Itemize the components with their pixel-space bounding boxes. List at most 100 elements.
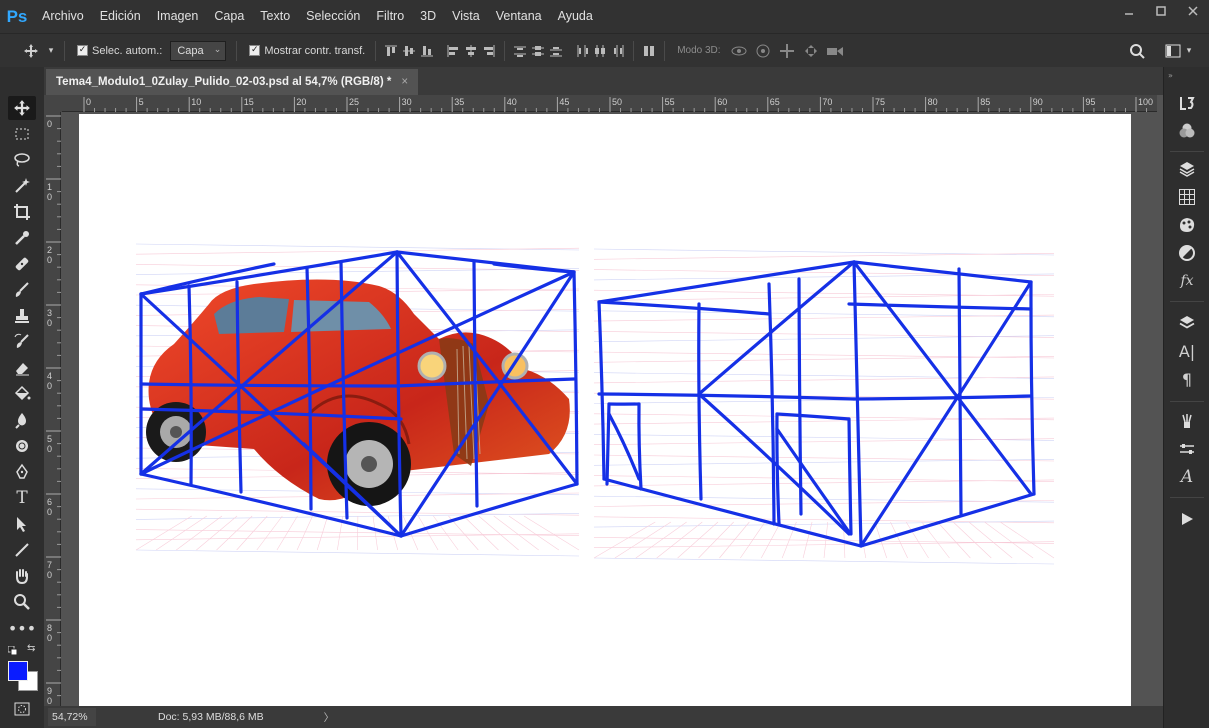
swap-colors-icon[interactable]: ⇆ xyxy=(27,644,37,654)
crop-icon[interactable] xyxy=(8,200,36,224)
distribute-top-icon[interactable] xyxy=(511,41,529,61)
horizontal-ruler[interactable]: 0 5 10 15 20 25 30 35 40 45 50 55 60 65 70 75 80 85 90 95 10… xyxy=(62,95,1157,112)
menu-imagen[interactable]: Imagen xyxy=(149,0,207,33)
glyphs-icon[interactable]: A xyxy=(1175,465,1199,489)
pen-icon[interactable] xyxy=(8,460,36,484)
libraries-icon[interactable] xyxy=(1175,157,1199,181)
lasso-icon[interactable] xyxy=(8,148,36,172)
styles-icon[interactable] xyxy=(1175,213,1199,237)
roll-3d-icon[interactable] xyxy=(751,41,775,61)
grid-line xyxy=(594,418,1054,424)
eyedropper-icon[interactable] xyxy=(8,226,36,250)
menu-texto[interactable]: Texto xyxy=(252,0,298,33)
foreground-color-swatch[interactable] xyxy=(8,661,28,681)
swatches-icon[interactable] xyxy=(1175,185,1199,209)
menu-3d[interactable]: 3D xyxy=(412,0,444,33)
align-hcenter-icon[interactable] xyxy=(462,41,480,61)
document-size-info[interactable]: Doc: 5,93 MB/88,6 MB xyxy=(158,711,264,723)
ruler-origin[interactable] xyxy=(44,95,62,112)
ruler-label: 0 xyxy=(47,696,52,706)
adjustments-icon[interactable] xyxy=(1175,241,1199,265)
menu-filtro[interactable]: Filtro xyxy=(368,0,412,33)
align-vcenter-icon[interactable] xyxy=(400,41,418,61)
stamp-icon[interactable] xyxy=(8,304,36,328)
grid-line xyxy=(594,522,655,558)
move-tool-preset-icon[interactable] xyxy=(18,38,44,64)
chevron-right-icon[interactable]: 〉 xyxy=(324,710,335,725)
menu-seleccion[interactable]: Selección xyxy=(298,0,368,33)
character-icon[interactable]: A| xyxy=(1175,339,1199,363)
history-brush-icon[interactable] xyxy=(8,330,36,354)
properties-icon[interactable] xyxy=(1175,437,1199,461)
maximize-icon[interactable] xyxy=(1145,0,1177,22)
collapse-dock-icon[interactable]: » xyxy=(1168,71,1178,79)
paragraph-icon[interactable]: ¶ xyxy=(1175,367,1199,391)
type-icon[interactable]: T xyxy=(8,486,36,510)
brushes-icon[interactable] xyxy=(1175,409,1199,433)
menu-edicion[interactable]: Edición xyxy=(92,0,149,33)
history-icon[interactable] xyxy=(1175,91,1199,115)
grid-line xyxy=(594,439,1054,445)
distribute-right-icon[interactable] xyxy=(609,41,627,61)
search-icon[interactable] xyxy=(1124,38,1150,64)
fx-icon[interactable]: fx xyxy=(1175,269,1199,293)
vertical-ruler[interactable]: 0102030405060708090 xyxy=(44,112,61,706)
grid-line xyxy=(890,522,907,558)
pan-3d-icon[interactable] xyxy=(775,41,799,61)
menu-ventana[interactable]: Ventana xyxy=(488,0,550,33)
play-icon[interactable] xyxy=(1175,507,1199,531)
eraser-icon[interactable] xyxy=(8,356,36,380)
align-right-icon[interactable] xyxy=(480,41,498,61)
close-icon[interactable] xyxy=(1177,0,1209,22)
menu-archivo[interactable]: Archivo xyxy=(34,0,92,33)
more-icon[interactable]: ••• xyxy=(8,616,36,640)
layers-icon[interactable] xyxy=(1175,311,1199,335)
menu-ayuda[interactable]: Ayuda xyxy=(550,0,601,33)
distribute-left-icon[interactable] xyxy=(573,41,591,61)
zoom-level[interactable]: 54,72% xyxy=(48,708,96,726)
document-tab[interactable]: Tema4_Modulo1_0Zulay_Pulido_02-03.psd al… xyxy=(46,69,418,95)
align-top-icon[interactable] xyxy=(382,41,400,61)
sketch-stroke xyxy=(854,262,1031,282)
distribute-hcenter-icon[interactable] xyxy=(591,41,609,61)
align-bottom-icon[interactable] xyxy=(418,41,436,61)
minimize-icon[interactable] xyxy=(1113,0,1145,22)
dodge-icon[interactable] xyxy=(8,434,36,458)
path-select-icon[interactable] xyxy=(8,512,36,536)
marquee-icon[interactable] xyxy=(8,122,36,146)
auto-align-icon[interactable] xyxy=(640,41,658,61)
auto-select-dropdown[interactable]: Capa ⌄ xyxy=(170,41,226,61)
distribute-bottom-icon[interactable] xyxy=(547,41,565,61)
grid-line xyxy=(217,516,253,550)
camera-3d-icon[interactable] xyxy=(823,41,847,61)
blur-icon[interactable] xyxy=(8,408,36,432)
close-tab-icon[interactable]: × xyxy=(401,76,408,88)
distribute-vcenter-icon[interactable] xyxy=(529,41,547,61)
show-transform-checkbox[interactable]: ✓ xyxy=(249,45,260,56)
slide-3d-icon[interactable] xyxy=(799,41,823,61)
chevron-down-icon[interactable]: ▾ xyxy=(1182,38,1196,64)
quick-mask-icon[interactable] xyxy=(8,697,36,721)
orbit-3d-icon[interactable] xyxy=(727,41,751,61)
auto-select-checkbox[interactable]: ✓ xyxy=(77,45,88,56)
zoom-icon[interactable] xyxy=(8,590,36,614)
hand-icon[interactable] xyxy=(8,564,36,588)
ruler-label: 35 xyxy=(454,97,464,107)
line-icon[interactable] xyxy=(8,538,36,562)
menu-capa[interactable]: Capa xyxy=(206,0,252,33)
move-icon[interactable] xyxy=(8,96,36,120)
document-canvas[interactable] xyxy=(79,114,1131,706)
app-logo: Ps xyxy=(0,0,34,33)
bucket-icon[interactable] xyxy=(8,382,36,406)
healing-icon[interactable] xyxy=(8,252,36,276)
menu-vista[interactable]: Vista xyxy=(444,0,488,33)
align-left-icon[interactable] xyxy=(444,41,462,61)
brush-icon[interactable] xyxy=(8,278,36,302)
magic-wand-icon[interactable] xyxy=(8,174,36,198)
default-colors-icon[interactable] xyxy=(8,644,17,653)
color-icon[interactable] xyxy=(1175,119,1199,143)
canvas-workspace[interactable] xyxy=(62,112,1157,706)
grid-line xyxy=(594,336,1054,342)
chevron-down-icon[interactable]: ▾ xyxy=(44,38,58,64)
grid-line xyxy=(196,516,237,550)
